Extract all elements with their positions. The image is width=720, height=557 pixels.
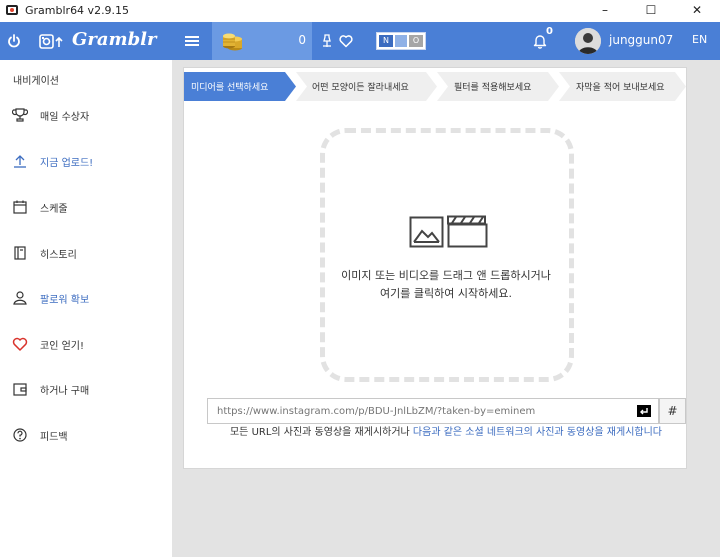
step-label: 필터를 적용해보세요 xyxy=(454,83,532,93)
step-crop[interactable]: 어떤 모양이든 잘라내세요 xyxy=(296,72,437,101)
sidebar: 내비게이션 매일 수상자 지금 업로드! 스케줄 히스토리 팔로워 확보 코인 … xyxy=(0,60,172,557)
sidebar-item-label: 팔로워 확보 xyxy=(40,295,90,306)
coins-icon xyxy=(223,33,242,51)
sidebar-item-schedule[interactable]: 스케줄 xyxy=(0,193,172,221)
wallet-icon xyxy=(13,383,27,396)
sidebar-item-upload-now[interactable]: 지금 업로드! xyxy=(0,147,172,175)
close-button[interactable]: ✕ xyxy=(674,0,720,20)
notification-count: 0 xyxy=(546,26,553,37)
hashtag-button[interactable]: # xyxy=(659,398,686,424)
minimize-button[interactable]: – xyxy=(582,0,628,20)
toggle-on-label: N xyxy=(379,35,393,47)
app-logo: Gramblr xyxy=(72,29,157,50)
mode-toggle[interactable]: N O xyxy=(376,32,426,50)
media-dropzone[interactable] xyxy=(320,128,574,382)
user-icon xyxy=(13,291,27,305)
coin-count: 0 xyxy=(298,33,306,47)
sidebar-item-label: 하거나 구매 xyxy=(40,386,90,397)
dropzone-instructions: 이미지 또는 비디오를 드래그 앤 드롭하시거나 여기를 클릭하여 시작하세요. xyxy=(341,269,551,300)
hamburger-menu-icon[interactable] xyxy=(184,33,200,49)
maximize-button[interactable]: ☐ xyxy=(628,0,674,20)
repost-social-link[interactable]: 다음과 같은 소셜 네트워크의 사진과 동영상을 재게시합니다 xyxy=(413,427,662,438)
trophy-icon xyxy=(12,108,28,122)
sidebar-item-feedback[interactable]: 피드백 xyxy=(0,421,172,449)
toggle-knob xyxy=(395,35,407,47)
gramblr-window: Gramblr64 v2.9.15 – ☐ ✕ Gramblr 0 N O 0 … xyxy=(0,0,720,557)
step-label: 어떤 모양이든 잘라내세요 xyxy=(312,83,409,93)
enter-icon[interactable] xyxy=(637,405,651,417)
calendar-icon xyxy=(13,200,27,214)
sidebar-item-label: 지금 업로드! xyxy=(40,158,94,169)
help-icon xyxy=(13,428,27,442)
step-filter[interactable]: 필터를 적용해보세요 xyxy=(437,72,559,101)
image-video-icon xyxy=(409,215,488,248)
sidebar-item-label: 피드백 xyxy=(40,432,68,443)
step-select-media[interactable]: 미디어를 선택하세요 xyxy=(184,72,296,101)
app-icon xyxy=(5,3,19,17)
heart-icon[interactable] xyxy=(339,34,353,48)
sidebar-item-daily-winners[interactable]: 매일 수상자 xyxy=(0,101,172,129)
sidebar-item-label: 코인 얻기! xyxy=(40,341,84,352)
language-selector[interactable]: EN xyxy=(692,33,707,46)
step-wizard: 미디어를 선택하세요 어떤 모양이든 잘라내세요 필터를 적용해보세요 자막을 … xyxy=(184,72,686,101)
sidebar-item-get-coins[interactable]: 코인 얻기! xyxy=(0,330,172,358)
title-bar: Gramblr64 v2.9.15 – ☐ ✕ xyxy=(0,0,720,20)
sidebar-item-label: 스케줄 xyxy=(40,204,68,215)
power-icon[interactable] xyxy=(6,33,22,49)
step-caption[interactable]: 자막을 적어 보내보세요 xyxy=(559,72,686,101)
sidebar-item-label: 매일 수상자 xyxy=(40,112,90,123)
repost-hint: 모든 URL의 사진과 동영상을 재게시하거나 다음과 같은 소셜 네트워크의 … xyxy=(203,426,689,440)
book-icon xyxy=(14,246,26,260)
repost-text: 모든 URL의 사진과 동영상을 재게시하거나 xyxy=(229,427,413,438)
pin-icon[interactable] xyxy=(322,34,332,48)
instagram-url-input[interactable] xyxy=(207,398,659,424)
top-bar: Gramblr 0 N O 0 junggun07 EN xyxy=(0,22,720,60)
sidebar-item-history[interactable]: 히스토리 xyxy=(0,239,172,267)
sidebar-item-buy[interactable]: 하거나 구매 xyxy=(0,375,172,403)
heart-icon xyxy=(12,337,28,351)
sidebar-item-get-followers[interactable]: 팔로워 확보 xyxy=(0,284,172,312)
nav-heading: 내비게이션 xyxy=(13,76,59,87)
bell-icon[interactable] xyxy=(533,33,547,49)
step-label: 자막을 적어 보내보세요 xyxy=(576,83,665,93)
username[interactable]: junggun07 xyxy=(609,33,673,47)
instagram-upload-icon xyxy=(39,34,63,49)
step-label: 미디어를 선택하세요 xyxy=(191,83,269,93)
sidebar-item-label: 히스토리 xyxy=(40,250,77,261)
upload-icon xyxy=(14,155,26,168)
avatar[interactable] xyxy=(575,28,601,54)
window-title: Gramblr64 v2.9.15 xyxy=(25,3,130,17)
toggle-off-label: O xyxy=(409,35,423,47)
